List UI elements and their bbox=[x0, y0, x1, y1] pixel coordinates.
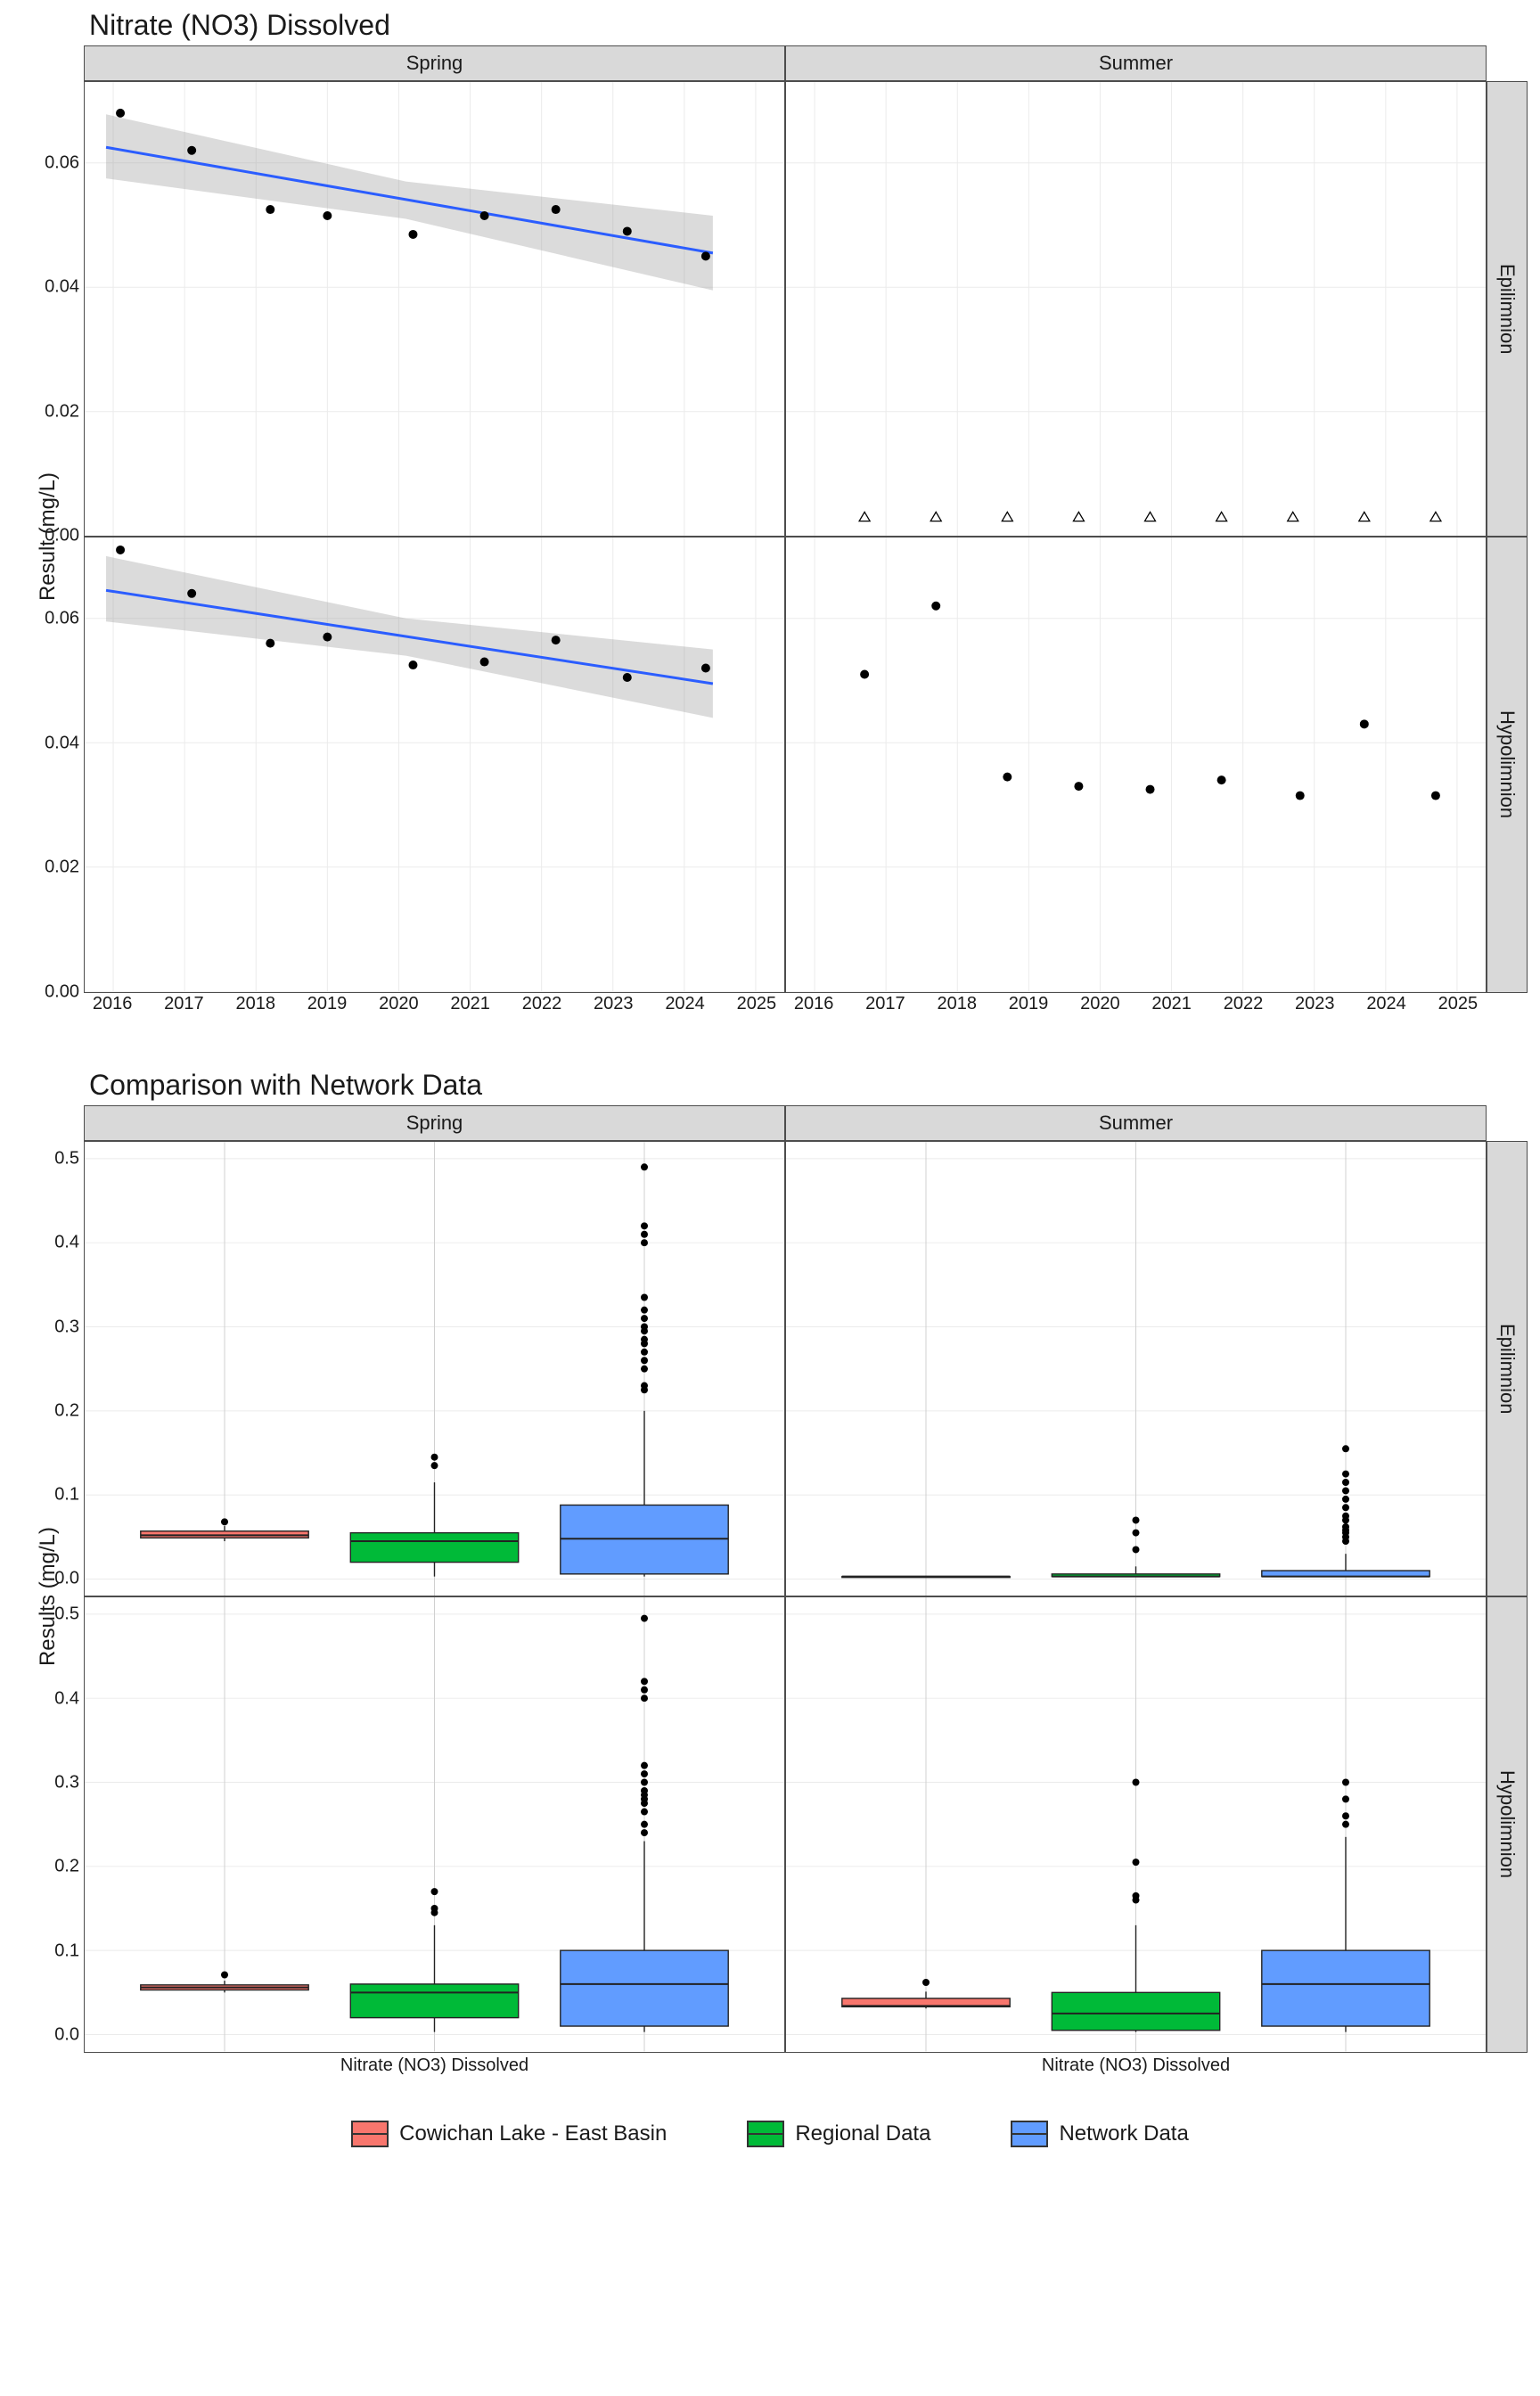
box-panel: 0.00.10.20.30.40.5 bbox=[84, 1141, 785, 1596]
box-panel bbox=[785, 1596, 1487, 2052]
box-xlabel: Nitrate (NO3) Dissolved bbox=[84, 2050, 785, 2076]
legend-label: Regional Data bbox=[795, 2121, 930, 2146]
facet-row-epi: Epilimnion bbox=[1487, 1141, 1528, 1596]
boxplot-title: Comparison with Network Data bbox=[0, 1060, 1540, 1105]
legend-item: Cowichan Lake - East Basin bbox=[351, 2121, 667, 2147]
legend-label: Cowichan Lake - East Basin bbox=[399, 2121, 667, 2146]
facet-col-spring: Spring bbox=[84, 1105, 785, 1141]
legend: Cowichan Lake - East Basin Regional Data N… bbox=[0, 2076, 1540, 2165]
scatter-figure: Nitrate (NO3) Dissolved Spring Summer Re… bbox=[0, 0, 1540, 1015]
scatter-panel bbox=[785, 537, 1487, 992]
box-panel bbox=[785, 1141, 1487, 1596]
scatter-panel: 0.000.020.040.06 bbox=[84, 81, 785, 537]
boxplot-figure: Comparison with Network Data Spring Summ… bbox=[0, 1060, 1540, 2076]
facet-col-summer: Summer bbox=[785, 45, 1487, 81]
legend-label: Network Data bbox=[1059, 2121, 1188, 2146]
box-panel: 0.00.10.20.30.40.5 bbox=[84, 1596, 785, 2052]
legend-swatch-icon bbox=[1011, 2121, 1048, 2147]
box-xlabel: Nitrate (NO3) Dissolved bbox=[785, 2050, 1487, 2076]
legend-swatch-icon bbox=[351, 2121, 389, 2147]
scatter-panel bbox=[785, 81, 1487, 537]
legend-swatch-icon bbox=[747, 2121, 784, 2147]
legend-item: Regional Data bbox=[747, 2121, 930, 2147]
scatter-title: Nitrate (NO3) Dissolved bbox=[0, 0, 1540, 45]
x-ticks: 2016201720182019202020212022202320242025 bbox=[84, 990, 785, 1015]
x-ticks: 2016201720182019202020212022202320242025 bbox=[785, 990, 1487, 1015]
scatter-panel: 0.000.020.040.06 bbox=[84, 537, 785, 992]
facet-row-hypo: Hypolimnion bbox=[1487, 537, 1528, 992]
facet-col-spring: Spring bbox=[84, 45, 785, 81]
legend-item: Network Data bbox=[1011, 2121, 1188, 2147]
facet-row-epi: Epilimnion bbox=[1487, 81, 1528, 537]
facet-col-summer: Summer bbox=[785, 1105, 1487, 1141]
facet-row-hypo: Hypolimnion bbox=[1487, 1596, 1528, 2052]
